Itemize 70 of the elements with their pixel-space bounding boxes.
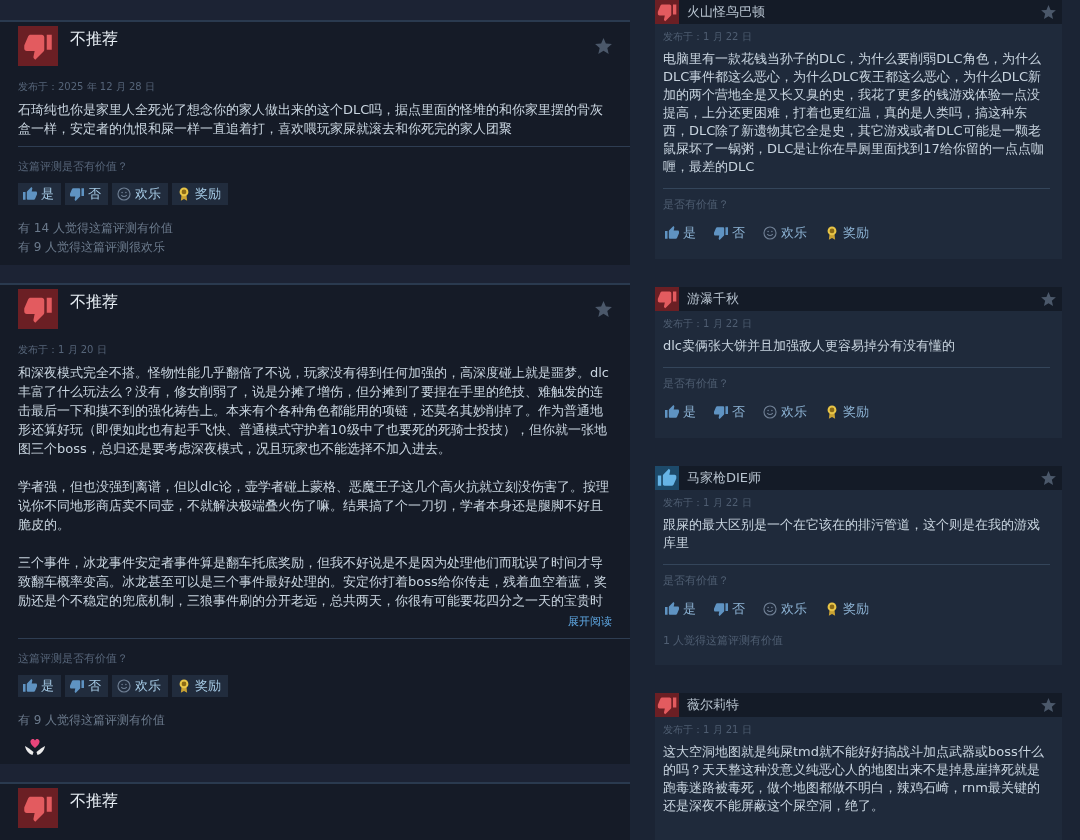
thumbs-down-icon <box>70 187 84 201</box>
yes-button[interactable]: 是 <box>663 599 698 619</box>
award-medal-icon <box>825 226 839 240</box>
thumbs-up-icon <box>665 602 679 616</box>
award-medal-icon <box>825 602 839 616</box>
star-icon[interactable] <box>1041 471 1056 485</box>
author-name[interactable]: 游瀑千秋 <box>687 290 739 308</box>
thumbs-up-icon <box>23 187 37 201</box>
no-button[interactable]: 否 <box>65 675 108 697</box>
helpful-count: 有 9 人觉得这篇评测很欢乐 <box>18 239 167 256</box>
smiley-icon <box>117 679 131 693</box>
funny-button[interactable]: 欢乐 <box>761 599 809 619</box>
award-button[interactable]: 奖励 <box>823 599 871 619</box>
award-medal-icon <box>825 405 839 419</box>
award-medal-icon <box>177 679 191 693</box>
award-medal-icon <box>177 187 191 201</box>
star-icon[interactable] <box>1041 292 1056 306</box>
funny-button[interactable]: 欢乐 <box>761 223 809 243</box>
smiley-icon <box>763 226 777 240</box>
read-more-link[interactable]: 展开阅读 <box>568 614 612 630</box>
helpful-question: 这篇评测是否有价值？ <box>18 159 129 175</box>
award-button[interactable]: 奖励 <box>172 675 228 697</box>
author-name[interactable]: 马家枪DIE师 <box>687 469 762 487</box>
star-icon[interactable] <box>1041 698 1056 712</box>
review-text: 学者强，但也没强到离谱，但以dlc论，壶学者碰上蒙格、恶魔王子这几个高火抗就立刻没伤害了。按理说你不同地形商店卖不同壶，不就解决极端叠火伤了嘛。结果搞了个一刀切，学者本身还是腿脚不好且脆皮的。 <box>18 478 610 534</box>
funny-button[interactable]: 欢乐 <box>112 675 168 697</box>
verdict-label: 不推荐 <box>70 292 118 312</box>
review-text: 石琦纯也你是家里人全死光了想念你的家人做出来的这个DLC吗，据点里面的怪堆的和你家里摆的骨灰盒一样，安定者的仇恨和屎一样一直追着打，喜欢喂玩家屎就滚去和你死完的家人团聚 <box>18 101 605 138</box>
smiley-icon <box>763 405 777 419</box>
yes-button[interactable]: 是 <box>18 675 61 697</box>
helpful-question: 这篇评测是否有价值？ <box>18 651 129 667</box>
star-icon[interactable] <box>595 301 612 317</box>
review-text: 这大空洞地图就是纯屎tmd就不能好好搞战斗加点武器或boss什么的吗？天天整这种没意义纯恶心人的地图出来不是掉悬崖摔死就是跑毒迷路被毒死，做个地图都做不明白，辣鸡石崎，rnm最关键的还是深夜不能屏蔽这个屎空洞，绝了。 <box>663 743 1045 815</box>
award-button[interactable]: 奖励 <box>823 223 871 243</box>
author-name[interactable]: 火山怪鸟巴顿 <box>687 3 765 21</box>
thumbs-down-icon <box>714 226 728 240</box>
review-text: 电脑里有一款花钱当孙子的DLC，为什么要削弱DLC角色，为什么DLC事件都这么恶心，为什么DLC夜王都这么恶心，为什么DLC新加的两个营地全是又长又臭的史，我花了更多的钱游戏体验一点没提高，上分还更困难，打着也更红温，真的是人类吗，搞这种东西，DLC除了新遗物其它全是史，其它游戏或者DLC可能是一颗老鼠屎坏了一锅粥，DLC是让你在旱厕里面找到17给你留的一点点咖喱，最差的DLC <box>663 50 1045 176</box>
yes-button[interactable]: 是 <box>663 223 698 243</box>
thumbs-up-icon <box>665 226 679 240</box>
thumbs-down-icon <box>714 602 728 616</box>
award-button[interactable]: 奖励 <box>172 183 228 205</box>
star-icon[interactable] <box>595 38 612 54</box>
award-button[interactable]: 奖励 <box>823 402 871 422</box>
helpful-count: 有 9 人觉得这篇评测有价值 <box>18 712 167 729</box>
verdict-label: 不推荐 <box>70 791 118 811</box>
no-button[interactable]: 否 <box>712 223 747 243</box>
review-text: 和深夜模式完全不搭。怪物性能几乎翻倍了不说，玩家没有得到任何加强的，高深度碰上就是噩梦。dlc丰富了什么玩法么？没有，修女削弱了，说是分摊了增伤，但分摊到了要捏在手里的绝技、难触发的连击最后一下和摸不到的强化祷告上。本来有个各种角色都能用的项链，还莫名其妙削掉了。作为普通地形还算好玩（即便如此也有起手飞快、普通模式守护着10级中了也要死的死骑士投技），但你就一张地图三个boss，总归还是要考虑深夜模式，况且玩家也不能选择不加入进去。 <box>18 364 610 458</box>
helpful-count: 有 14 人觉得这篇评测有价值 <box>18 220 174 237</box>
smiley-icon <box>763 602 777 616</box>
review-text: 三个事件，冰龙事件安定者事件算是翻车托底奖励，但我不好说是不是因为处理他们而耽误了时间才导致翻车概率变高。冰龙甚至可以是三个事件最好处理的。安定你打着boss给你传走，残着血空着蓝，奖励还是个不稳定的兜底机制，三狼事件刷的分开老远，总共两天，你很有可能要花四分之一天的宝贵时 <box>18 554 608 610</box>
no-button[interactable]: 否 <box>65 183 108 205</box>
smiley-icon <box>117 187 131 201</box>
yes-button[interactable]: 是 <box>663 402 698 422</box>
review-text: 跟屎的最大区别是一个在它该在的排污管道，这个则是在我的游戏库里 <box>663 516 1041 552</box>
heart-hands-icon <box>24 736 46 756</box>
thumbs-up-icon <box>23 679 37 693</box>
thumbs-up-icon <box>665 405 679 419</box>
funny-button[interactable]: 欢乐 <box>112 183 168 205</box>
post-date: 发布于：2025 年 12 月 28 日 <box>18 80 156 94</box>
no-button[interactable]: 否 <box>712 599 747 619</box>
review-text: dlc卖俩张大饼并且加强敌人更容易掉分有没有懂的 <box>663 337 956 355</box>
yes-button[interactable]: 是 <box>18 183 61 205</box>
funny-button[interactable]: 欢乐 <box>761 402 809 422</box>
thumbs-down-icon <box>714 405 728 419</box>
star-icon[interactable] <box>1041 5 1056 19</box>
author-name[interactable]: 薇尔莉特 <box>687 696 739 714</box>
verdict-label: 不推荐 <box>70 29 118 49</box>
post-date: 发布于：1 月 20 日 <box>18 343 108 357</box>
no-button[interactable]: 否 <box>712 402 747 422</box>
thumbs-down-icon <box>70 679 84 693</box>
